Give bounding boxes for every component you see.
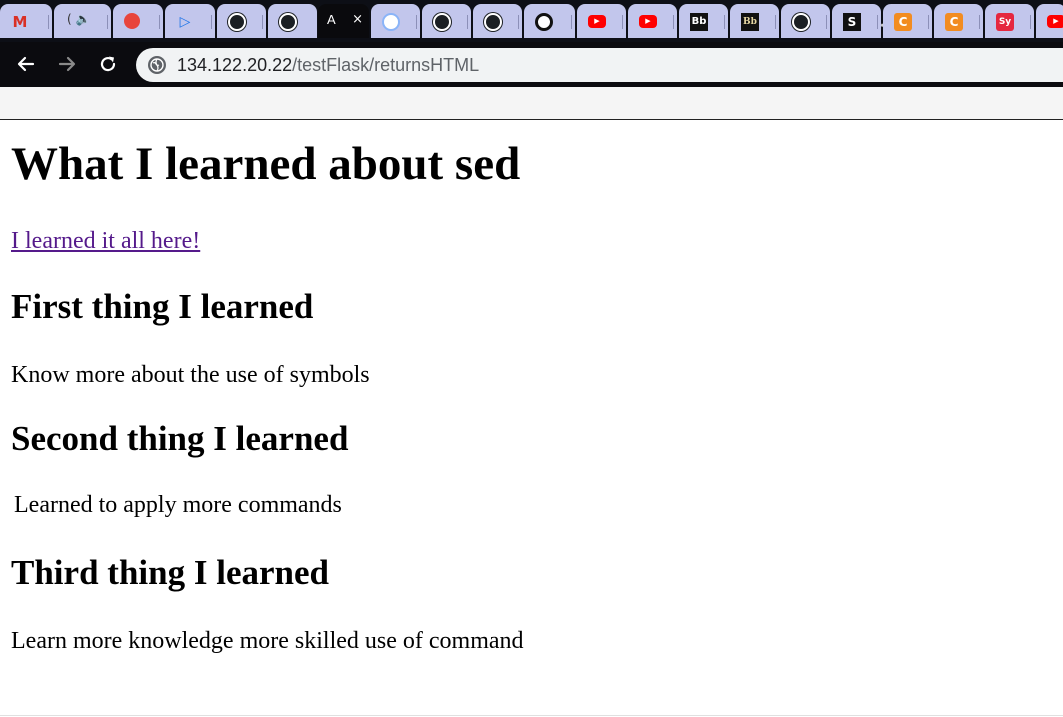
fire-icon xyxy=(124,13,140,29)
youtube-icon: ▶ xyxy=(588,15,606,28)
tab-github-5[interactable] xyxy=(781,4,830,38)
tab-c-1[interactable]: C xyxy=(883,4,932,38)
tab-active[interactable]: A × xyxy=(318,4,369,38)
tab-separator xyxy=(48,15,49,29)
tab-youtube-3[interactable]: ▶ xyxy=(1036,4,1063,38)
page-bottom-divider xyxy=(0,715,1063,716)
github-icon xyxy=(228,13,246,31)
github-icon xyxy=(433,13,451,31)
github-icon xyxy=(792,13,810,31)
tab-github-4[interactable] xyxy=(473,4,522,38)
tab-github-2[interactable] xyxy=(268,4,317,38)
forward-arrow-icon xyxy=(58,56,76,72)
tab-youtube-1[interactable]: ▶ xyxy=(577,4,626,38)
target-icon xyxy=(535,13,553,31)
tab-separator xyxy=(979,15,980,29)
back-button[interactable] xyxy=(12,50,40,78)
reload-icon xyxy=(100,56,116,72)
sy-icon: Sy xyxy=(996,13,1014,31)
tab-c-2[interactable]: C xyxy=(934,4,983,38)
tab-separator xyxy=(416,15,417,29)
youtube-icon: ▶ xyxy=(639,15,657,28)
tab-separator xyxy=(928,15,929,29)
tab-github-1[interactable] xyxy=(217,4,266,38)
tab-separator xyxy=(571,15,572,29)
section-heading-third: Third thing I learned xyxy=(11,553,329,592)
tab-s[interactable]: S xyxy=(832,4,881,38)
c-icon: C xyxy=(894,13,912,31)
section-text-third: Learn more knowledge more skilled use of… xyxy=(11,628,524,654)
tab-play[interactable]: ▷ xyxy=(165,4,215,38)
forward-button[interactable] xyxy=(53,50,81,78)
blackboard-icon: Bb xyxy=(690,13,708,31)
tab-separator xyxy=(211,15,212,29)
github-icon xyxy=(484,13,502,31)
tab-gmail[interactable]: M xyxy=(0,4,52,38)
tab-blackboard-2[interactable]: Bb xyxy=(730,4,779,38)
back-arrow-icon xyxy=(17,56,35,72)
blackboard-icon: Bb xyxy=(741,13,759,31)
page-content: What I learned about sed I learned it al… xyxy=(0,121,1063,717)
tab-fire[interactable] xyxy=(113,4,163,38)
gmail-icon: M xyxy=(12,12,28,31)
speaker-icon: ( 🔈 xyxy=(67,12,91,26)
s-icon: S xyxy=(843,13,861,31)
c-icon: C xyxy=(945,13,963,31)
site-info-globe-icon[interactable] xyxy=(148,56,166,74)
tab-separator xyxy=(1030,15,1031,29)
globe-icon xyxy=(382,13,400,31)
tab-separator xyxy=(622,15,623,29)
tab-separator xyxy=(877,15,878,29)
section-heading-first: First thing I learned xyxy=(11,287,314,326)
tab-sy[interactable]: Sy xyxy=(985,4,1034,38)
tab-globe[interactable] xyxy=(371,4,420,38)
tab-separator xyxy=(159,15,160,29)
section-text-second: Learned to apply more commands xyxy=(14,492,342,518)
close-tab-icon[interactable]: × xyxy=(352,12,363,27)
url-path: /testFlask/returnsHTML xyxy=(292,55,480,75)
youtube-icon: ▶ xyxy=(1047,15,1063,28)
tab-separator xyxy=(826,15,827,29)
section-text-first: Know more about the use of symbols xyxy=(11,362,370,388)
tab-strip: M ( 🔈 ▷ A × ▶ ▶ Bb Bb S C C Sy ▶ xyxy=(0,0,1063,42)
tab-separator xyxy=(518,15,519,29)
tab-separator xyxy=(262,15,263,29)
tab-target[interactable] xyxy=(524,4,575,38)
learn-source-link[interactable]: I learned it all here! xyxy=(11,229,200,253)
url-host: 134.122.20.22 xyxy=(177,55,293,75)
tab-blackboard-1[interactable]: Bb xyxy=(679,4,728,38)
address-url[interactable]: 134.122.20.22/testFlask/returnsHTML xyxy=(177,55,479,76)
tab-youtube-2[interactable]: ▶ xyxy=(628,4,677,38)
tab-github-3[interactable] xyxy=(422,4,471,38)
play-icon: ▷ xyxy=(179,14,191,30)
section-heading-second: Second thing I learned xyxy=(11,419,349,458)
reload-button[interactable] xyxy=(94,50,122,78)
page-title: What I learned about sed xyxy=(11,138,521,190)
tab-separator xyxy=(775,15,776,29)
tab-separator xyxy=(107,15,108,29)
tab-separator xyxy=(724,15,725,29)
tab-separator xyxy=(467,15,468,29)
bookmarks-bar xyxy=(0,87,1063,120)
github-icon xyxy=(279,13,297,31)
tab-audio[interactable]: ( 🔈 xyxy=(54,4,111,38)
active-tab-title: A xyxy=(327,12,336,27)
tab-separator xyxy=(673,15,674,29)
